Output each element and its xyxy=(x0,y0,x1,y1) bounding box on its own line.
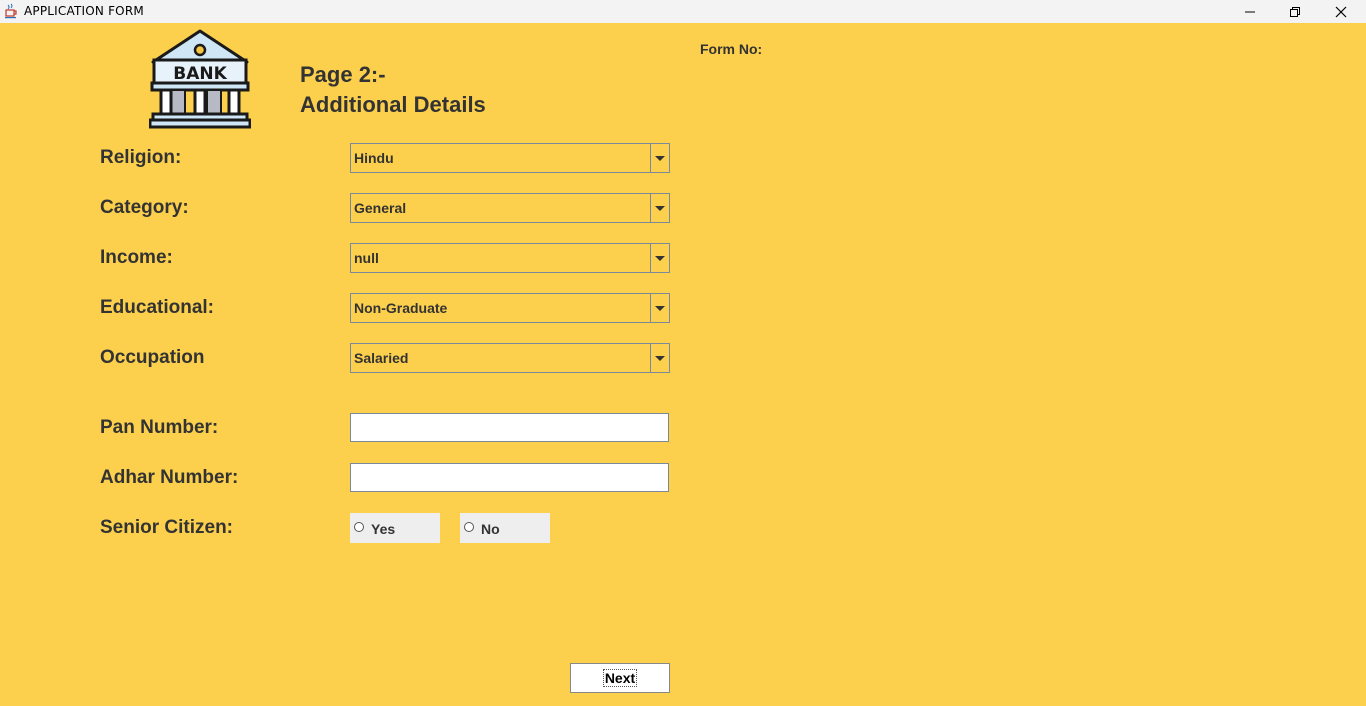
education-label: Educational: xyxy=(100,297,215,318)
pan-label: Pan Number: xyxy=(100,417,219,438)
radio-circle-icon[interactable] xyxy=(464,522,474,532)
aadhar-number-input[interactable] xyxy=(350,463,669,492)
occupation-value: Salaried xyxy=(354,350,409,366)
java-cup-icon xyxy=(5,3,17,19)
pan-number-input[interactable] xyxy=(350,413,669,442)
education-value: Non-Graduate xyxy=(354,300,448,316)
maximize-icon xyxy=(1290,6,1300,17)
radio-circle-icon[interactable] xyxy=(354,522,364,532)
dropdown-arrow-icon[interactable] xyxy=(650,144,669,172)
minimize-button[interactable] xyxy=(1227,0,1273,23)
title-bar: APPLICATION FORM xyxy=(0,0,1366,23)
application-form: BANK Page 2:- Additional Details Form No… xyxy=(0,23,1366,706)
radio-label-yes: Yes xyxy=(371,521,396,537)
religion-dropdown[interactable]: Hindu xyxy=(350,143,670,173)
category-value: General xyxy=(354,200,407,216)
occupation-dropdown[interactable]: Salaried xyxy=(350,343,670,373)
close-button[interactable] xyxy=(1318,0,1364,23)
category-label: Category: xyxy=(100,197,189,218)
religion-label: Religion: xyxy=(100,147,182,168)
income-value: null xyxy=(354,250,379,266)
education-dropdown[interactable]: Non-Graduate xyxy=(350,293,670,323)
window-title: APPLICATION FORM xyxy=(24,4,144,18)
income-label: Income: xyxy=(100,247,173,268)
next-button-label: Next xyxy=(602,669,638,687)
page-subtitle: Additional Details xyxy=(300,92,486,117)
minimize-icon xyxy=(1245,11,1255,12)
radio-label-no: No xyxy=(481,521,500,537)
next-button[interactable]: Next xyxy=(570,663,670,693)
aadhar-label: Adhar Number: xyxy=(100,467,239,488)
category-dropdown[interactable]: General xyxy=(350,193,670,223)
page-title: Page 2:- xyxy=(300,62,386,87)
bank-logo-icon: BANK xyxy=(149,29,251,129)
dropdown-arrow-icon[interactable] xyxy=(650,194,669,222)
logo-text: BANK xyxy=(173,64,227,84)
senior-citizen-no-radio[interactable]: No xyxy=(460,513,550,543)
dropdown-arrow-icon[interactable] xyxy=(650,294,669,322)
income-dropdown[interactable]: null xyxy=(350,243,670,273)
dropdown-arrow-icon[interactable] xyxy=(650,244,669,272)
dropdown-arrow-icon[interactable] xyxy=(650,344,669,372)
occupation-label: Occupation xyxy=(100,347,205,368)
senior-citizen-yes-radio[interactable]: Yes xyxy=(350,513,440,543)
form-number-label: Form No: xyxy=(700,41,763,57)
close-icon xyxy=(1335,6,1347,17)
religion-value: Hindu xyxy=(354,150,394,166)
senior-citizen-label: Senior Citizen: xyxy=(100,517,234,538)
maximize-button[interactable] xyxy=(1272,0,1318,23)
